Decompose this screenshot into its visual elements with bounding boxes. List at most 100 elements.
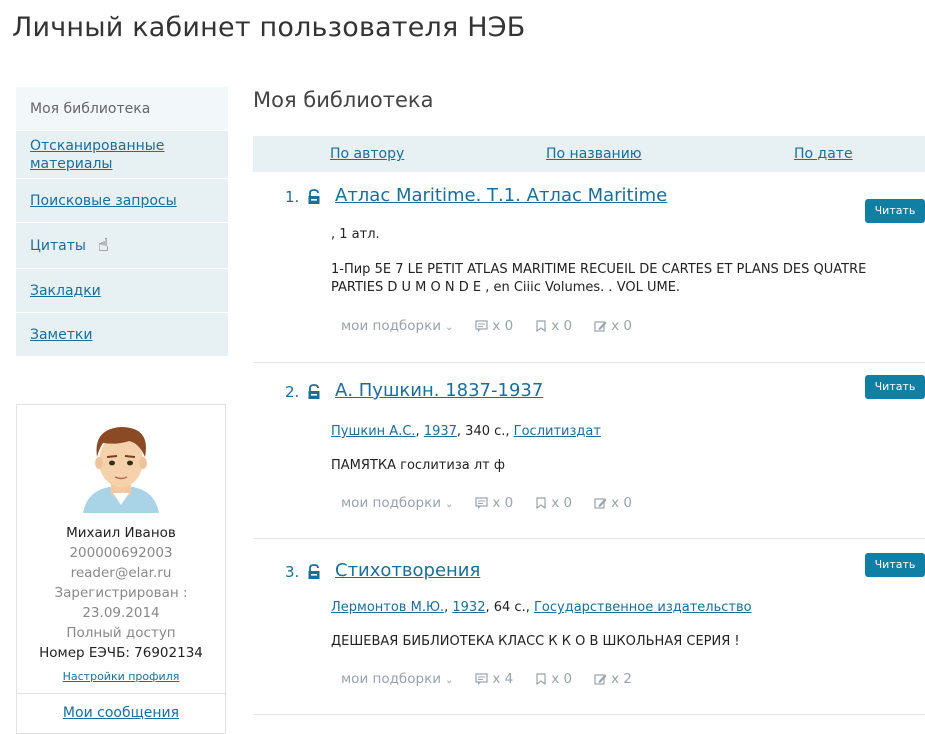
collections-dropdown[interactable]: мои подборки ⌄ bbox=[341, 318, 453, 334]
divider bbox=[253, 714, 925, 715]
sidebar-item-scanned[interactable]: Отсканированные материалы bbox=[16, 131, 228, 179]
item-meta: Пушкин А.С., 1937, 340 с., Гослитиздат bbox=[331, 424, 601, 439]
bookmarks-count[interactable]: x 0 bbox=[535, 671, 572, 687]
note-icon bbox=[594, 498, 607, 509]
sidebar-item-label: Отсканированные материалы bbox=[30, 137, 165, 172]
read-button[interactable]: Читать bbox=[865, 553, 925, 577]
bookmarks-count[interactable]: x 0 bbox=[535, 495, 572, 511]
sidebar-item-label: Моя библиотека bbox=[30, 100, 151, 117]
publisher-link[interactable]: Государственное издательство bbox=[534, 600, 752, 615]
item-actions: мои подборки ⌄ x 0 x 0 x 0 bbox=[341, 318, 654, 334]
collections-dropdown[interactable]: мои подборки ⌄ bbox=[341, 495, 453, 511]
sidebar-nav: Моя библиотека Отсканированные материалы… bbox=[16, 87, 228, 357]
item-actions: мои подборки ⌄ x 4 x 0 x 2 bbox=[341, 671, 654, 687]
bookmarks-count-value: x 0 bbox=[551, 495, 573, 511]
pages: , 340 с., bbox=[456, 424, 510, 439]
sidebar-item-label: Поисковые запросы bbox=[30, 192, 177, 209]
sidebar-item-label: Закладки bbox=[30, 282, 101, 299]
publisher-link[interactable]: Гослитиздат bbox=[514, 424, 601, 439]
note-icon bbox=[594, 321, 607, 332]
profile-registered-label: Зарегистрирован : bbox=[54, 585, 188, 601]
bookmark-icon bbox=[536, 320, 546, 332]
sidebar-item-searches[interactable]: Поисковые запросы bbox=[16, 179, 228, 223]
bookmarks-count-value: x 0 bbox=[551, 671, 573, 687]
item-number: 2. bbox=[285, 383, 300, 401]
item-description: ДЕШЕВАЯ БИБЛИОТЕКА КЛАСС К К О В ШКОЛЬНА… bbox=[331, 634, 740, 649]
sidebar-item-my-library[interactable]: Моя библиотека bbox=[16, 87, 228, 131]
bookmarks-count-value: x 0 bbox=[551, 318, 573, 334]
notes-count-value: x 0 bbox=[611, 318, 633, 334]
divider bbox=[253, 362, 925, 363]
quotes-count-value: x 0 bbox=[492, 495, 514, 511]
notes-count-value: x 0 bbox=[611, 495, 633, 511]
item-meta: Лермонтов М.Ю., 1932, 64 с., Государстве… bbox=[331, 600, 752, 615]
item-title-link[interactable]: Атлас Maritime. Т.1. Атлас Maritime bbox=[335, 185, 667, 206]
notes-count[interactable]: x 0 bbox=[594, 495, 632, 511]
profile-card: Михаил Иванов 200000692003 reader@elar.r… bbox=[16, 404, 226, 734]
chevron-down-icon: ⌄ bbox=[445, 499, 454, 510]
item-description: ПАМЯТКА гослитиза лт ф bbox=[331, 458, 505, 473]
profile-settings-link[interactable]: Настройки профиля bbox=[17, 667, 225, 687]
pages: , 64 с., bbox=[485, 600, 530, 615]
divider bbox=[17, 693, 225, 694]
bookmark-icon bbox=[536, 673, 546, 685]
quote-icon bbox=[475, 673, 489, 685]
hand-cursor-icon: ☝ bbox=[97, 235, 109, 256]
quotes-count[interactable]: x 0 bbox=[475, 495, 513, 511]
read-button[interactable]: Читать bbox=[865, 375, 925, 399]
read-button[interactable]: Читать bbox=[865, 199, 925, 223]
profile-access: Полный доступ bbox=[66, 625, 176, 641]
author-link[interactable]: Пушкин А.С. bbox=[331, 424, 416, 439]
notes-count[interactable]: x 0 bbox=[594, 318, 632, 334]
divider bbox=[253, 538, 925, 539]
sidebar-item-label: Заметки bbox=[30, 326, 93, 343]
item-meta: , 1 атл. bbox=[331, 227, 380, 242]
bookmark-icon bbox=[536, 497, 546, 509]
item-title-link[interactable]: А. Пушкин. 1837-1937 bbox=[335, 380, 543, 401]
sort-by-date[interactable]: По дате bbox=[794, 146, 853, 162]
page-title: Личный кабинет пользователя НЭБ bbox=[12, 12, 526, 43]
year-link[interactable]: 1932 bbox=[452, 600, 485, 615]
notes-count-value: x 2 bbox=[611, 671, 633, 687]
note-icon bbox=[594, 674, 607, 685]
profile-id: 200000692003 bbox=[69, 545, 173, 561]
collections-label: мои подборки bbox=[341, 671, 442, 687]
profile-name: Михаил Иванов bbox=[66, 525, 176, 541]
profile-email: reader@elar.ru bbox=[70, 565, 172, 581]
chevron-down-icon: ⌄ bbox=[445, 675, 454, 686]
avatar bbox=[83, 427, 159, 513]
quote-icon bbox=[475, 320, 489, 332]
notes-count[interactable]: x 2 bbox=[594, 671, 632, 687]
quotes-count-value: x 0 bbox=[492, 318, 514, 334]
sort-by-title[interactable]: По названию bbox=[546, 146, 642, 162]
sort-bar: По автору По названию По дате bbox=[253, 136, 925, 172]
quote-icon bbox=[475, 497, 489, 509]
item-description: 1-Пир 5Е 7 LE PETIT ATLAS MARITIME RECUE… bbox=[331, 262, 867, 295]
item-actions: мои подборки ⌄ x 0 x 0 x 0 bbox=[341, 495, 654, 511]
chevron-down-icon: ⌄ bbox=[445, 322, 454, 333]
sort-by-author[interactable]: По автору bbox=[330, 146, 404, 162]
quotes-count[interactable]: x 4 bbox=[475, 671, 513, 687]
bookmarks-count[interactable]: x 0 bbox=[535, 318, 572, 334]
collections-label: мои подборки bbox=[341, 318, 442, 334]
item-title-link[interactable]: Стихотворения bbox=[335, 560, 480, 581]
item-number: 1. bbox=[285, 188, 300, 206]
unlock-icon bbox=[308, 564, 320, 579]
messages-link[interactable]: Мои сообщения bbox=[17, 705, 225, 721]
sidebar-item-label: Цитаты bbox=[30, 237, 86, 254]
profile-eechb: Номер ЕЭЧБ: 76902134 bbox=[39, 645, 203, 661]
sidebar-item-notes[interactable]: Заметки bbox=[16, 313, 228, 357]
year-link[interactable]: 1937 bbox=[424, 424, 457, 439]
item-number: 3. bbox=[285, 563, 300, 581]
sidebar-item-bookmarks[interactable]: Закладки bbox=[16, 269, 228, 313]
collections-dropdown[interactable]: мои подборки ⌄ bbox=[341, 671, 453, 687]
section-heading: Моя библиотека bbox=[253, 88, 434, 112]
sidebar-item-quotes[interactable]: Цитаты ☝ bbox=[16, 223, 228, 269]
profile-registered-date: 23.09.2014 bbox=[82, 605, 160, 621]
unlock-icon bbox=[308, 189, 320, 204]
unlock-icon bbox=[308, 384, 320, 399]
quotes-count-value: x 4 bbox=[492, 671, 514, 687]
quotes-count[interactable]: x 0 bbox=[475, 318, 513, 334]
author-link[interactable]: Лермонтов М.Ю. bbox=[331, 600, 444, 615]
collections-label: мои подборки bbox=[341, 495, 442, 511]
